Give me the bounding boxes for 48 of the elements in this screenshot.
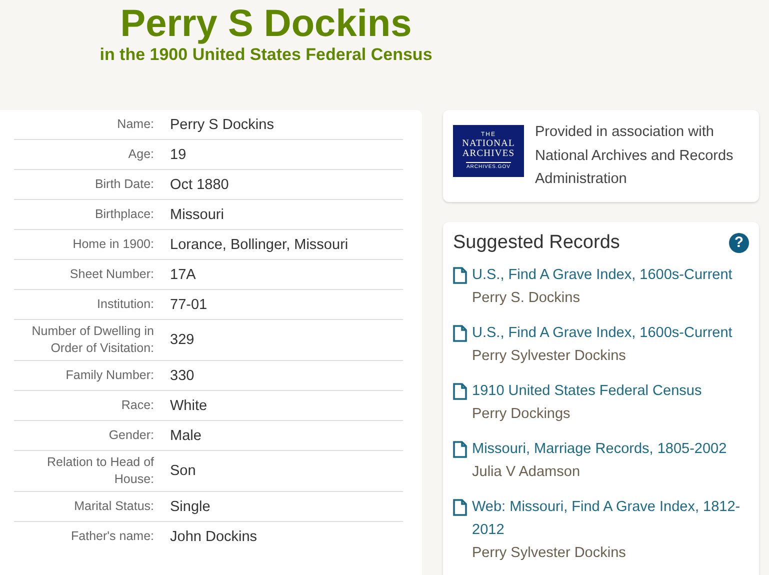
section-title: Suggested Records [453, 232, 620, 254]
field-label: Name: [116, 116, 154, 133]
page-subtitle: in the 1900 United States Federal Census [98, 46, 434, 64]
field-value: 329 [170, 332, 194, 348]
field-value: 17A [170, 266, 196, 282]
field-value: Male [170, 428, 202, 444]
document-icon [453, 382, 467, 400]
page-title: Perry S Dockins [119, 2, 413, 46]
field-value: Missouri [170, 206, 224, 222]
provider-text: Provided in association with National Archives and Records Administration [535, 123, 734, 189]
field-value: John Dockins [170, 528, 258, 544]
field-label: Number of Dwelling in Order of Visitation: [30, 323, 154, 357]
field-label: Gender: [108, 427, 154, 444]
field-value: 330 [170, 368, 194, 384]
field-label: Birth Date: [94, 176, 154, 193]
record-link[interactable]: U.S., Find A Grave Index, 1600s-Current [472, 264, 732, 286]
field-label: Father's name: [70, 528, 154, 545]
record-person: Perry Sylvester Dockins [472, 544, 627, 562]
field-label: Family Number: [64, 367, 154, 384]
record-person: Julia V Adamson [472, 462, 582, 482]
document-icon [453, 324, 467, 342]
record-person: Perry Sylvester Dockins [472, 346, 627, 366]
field-label: Institution: [96, 296, 154, 313]
help-icon[interactable]: ? [729, 232, 749, 252]
field-label: Marital Status: [73, 498, 154, 515]
field-value: Son [170, 463, 196, 479]
field-value: White [170, 398, 208, 414]
field-value: Single [170, 498, 210, 514]
field-label: Relation to Head of House: [46, 454, 154, 488]
field-label: Race: [120, 397, 154, 414]
document-icon [453, 498, 467, 516]
field-value: Oct 1880 [170, 176, 229, 192]
field-value: Perry S Dockins [170, 116, 274, 132]
field-value: 77-01 [170, 296, 208, 312]
field-value: Lorance, Bollinger, Missouri [170, 236, 348, 252]
field-value: 19 [170, 146, 186, 162]
field-label: Age: [127, 146, 154, 163]
document-icon [453, 266, 467, 284]
record-link[interactable]: 1910 United States Federal Census [472, 380, 702, 402]
record-link[interactable]: Web: Missouri, Find A Grave Index, 1812-2012 [472, 496, 749, 542]
field-label: Sheet Number: [68, 266, 154, 283]
field-label: Home in 1900: [72, 236, 154, 253]
record-link[interactable]: U.S., Find A Grave Index, 1600s-Current [472, 322, 732, 344]
field-label: Birthplace: [94, 206, 154, 223]
record-link[interactable]: Missouri, Marriage Records, 1805-2002 [472, 438, 727, 460]
record-person: Perry S. Dockins [472, 288, 581, 308]
document-icon [453, 440, 467, 458]
record-person: Perry Dockings [472, 404, 572, 424]
